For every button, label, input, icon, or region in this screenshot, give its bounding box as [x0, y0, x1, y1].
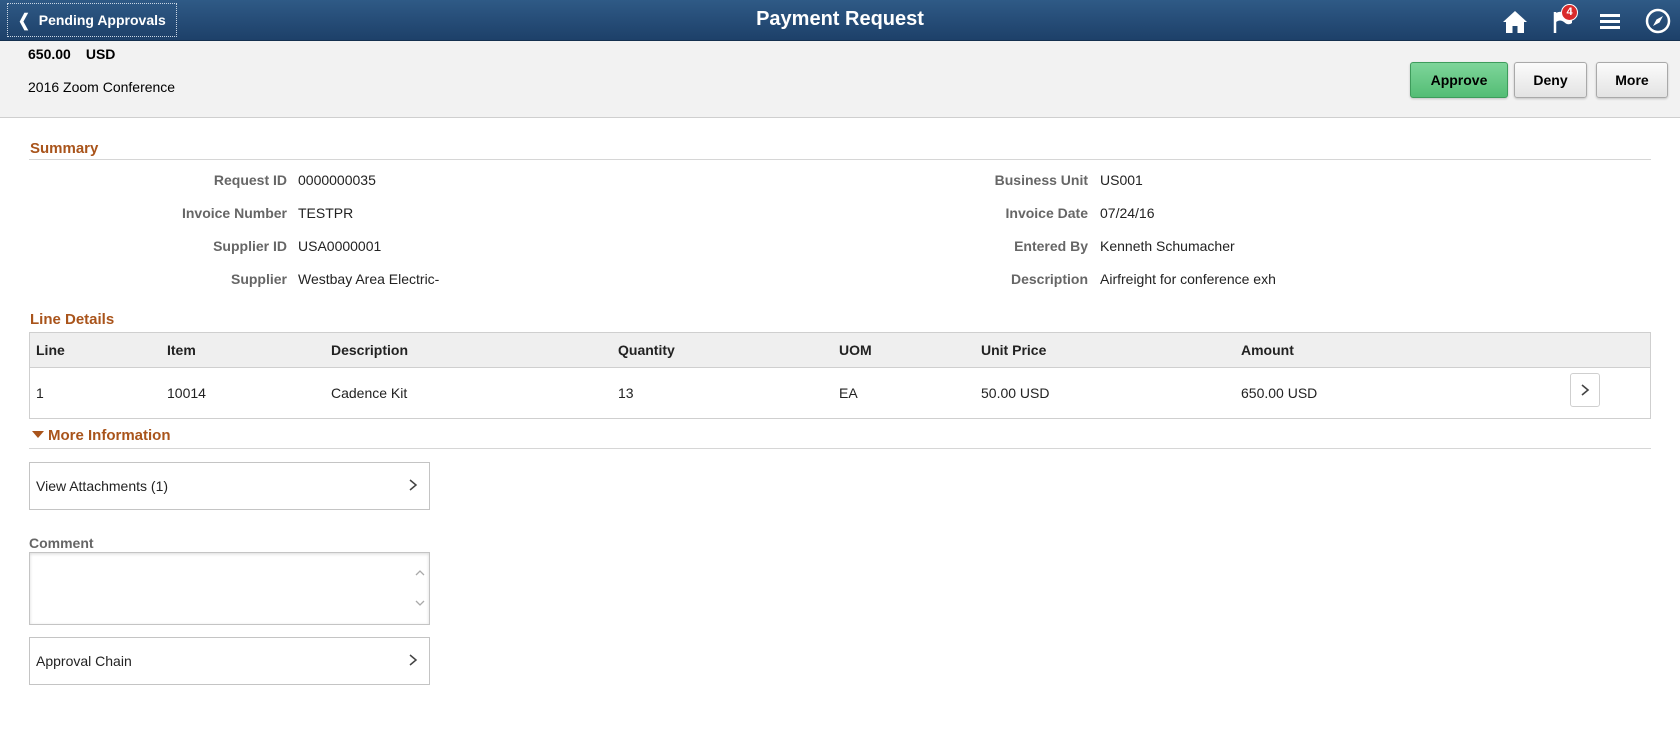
field-label: Supplier ID: [213, 238, 287, 254]
description-value: Airfreight for conference exh: [1100, 271, 1276, 287]
business-unit-value: US001: [1100, 172, 1143, 188]
deny-button[interactable]: Deny: [1514, 62, 1587, 98]
field-label: Invoice Number: [181, 205, 287, 221]
field-label: Entered By: [1014, 238, 1088, 254]
chevron-right-icon: [409, 479, 418, 491]
column-header: Amount: [1241, 342, 1294, 358]
page-title: Payment Request: [756, 8, 924, 30]
invoice-date-value: 07/24/16: [1100, 205, 1155, 221]
scroll-up-icon[interactable]: [414, 567, 426, 579]
collapse-triangle-icon: [32, 431, 44, 438]
summary-heading: Summary: [30, 140, 99, 157]
cell-line: 1: [36, 385, 44, 401]
amount-value: 650.00: [28, 46, 71, 62]
request-header: 650.00 USD 2016 Zoom Conference Approve D…: [0, 41, 1680, 118]
scroll-down-icon[interactable]: [414, 597, 426, 609]
column-header: UOM: [839, 342, 872, 358]
home-icon[interactable]: [1500, 6, 1530, 36]
cell-unit-price: 50.00 USD: [981, 385, 1050, 401]
request-id-value: 0000000035: [298, 172, 376, 188]
more-info-divider: [29, 448, 1651, 449]
hamburger-menu-icon[interactable]: [1595, 6, 1625, 36]
chevron-right-icon: [409, 654, 418, 666]
column-header: Line: [36, 342, 65, 358]
comment-field-wrapper: [29, 552, 430, 625]
field-label: Business Unit: [994, 172, 1088, 188]
cell-description: Cadence Kit: [331, 385, 408, 401]
grid-header-row: Line Item Description Quantity UOM Unit …: [30, 333, 1650, 368]
column-header: Quantity: [618, 342, 675, 358]
chevron-right-icon: [1581, 384, 1590, 396]
line-details-heading: Line Details: [30, 311, 115, 328]
compass-icon[interactable]: [1643, 6, 1673, 36]
notification-badge: 4: [1561, 4, 1578, 21]
view-attachments-label: View Attachments (1): [36, 478, 169, 494]
field-label: Request ID: [213, 172, 287, 188]
view-attachments-link[interactable]: View Attachments (1): [29, 462, 430, 510]
more-information-toggle[interactable]: More Information: [32, 427, 1652, 444]
invoice-number-value: TESTPR: [298, 205, 354, 221]
approve-button[interactable]: Approve: [1410, 62, 1508, 98]
column-header: Description: [331, 342, 409, 358]
supplier-id-value: USA0000001: [298, 238, 382, 254]
cell-amount: 650.00 USD: [1241, 385, 1318, 401]
app-header: ❮ Pending Approvals Payment Request 4: [0, 0, 1680, 41]
field-label: Invoice Date: [1005, 205, 1088, 221]
notifications-button[interactable]: 4: [1547, 4, 1578, 36]
field-label: Description: [1010, 271, 1088, 287]
column-header: Unit Price: [981, 342, 1047, 358]
supplier-value: Westbay Area Electric-: [298, 271, 440, 287]
amount-currency: USD: [85, 46, 116, 62]
cell-item: 10014: [167, 385, 206, 401]
approval-chain-label: Approval Chain: [36, 653, 132, 669]
cell-quantity: 13: [618, 385, 634, 401]
comment-input[interactable]: [30, 553, 410, 624]
field-label: Supplier: [230, 271, 287, 287]
more-button[interactable]: More: [1596, 62, 1668, 98]
approval-chain-link[interactable]: Approval Chain: [29, 637, 430, 685]
entered-by-value: Kenneth Schumacher: [1100, 238, 1235, 254]
request-amount: 650.00 USD: [28, 46, 115, 62]
comment-label: Comment: [29, 535, 94, 551]
line-details-grid: Line Item Description Quantity UOM Unit …: [29, 332, 1651, 419]
summary-divider: [29, 159, 1651, 160]
column-header: Item: [167, 342, 196, 358]
row-detail-button[interactable]: [1570, 373, 1600, 407]
cell-uom: EA: [839, 385, 858, 401]
more-information-heading: More Information: [48, 427, 171, 444]
request-description: 2016 Zoom Conference: [28, 79, 176, 95]
